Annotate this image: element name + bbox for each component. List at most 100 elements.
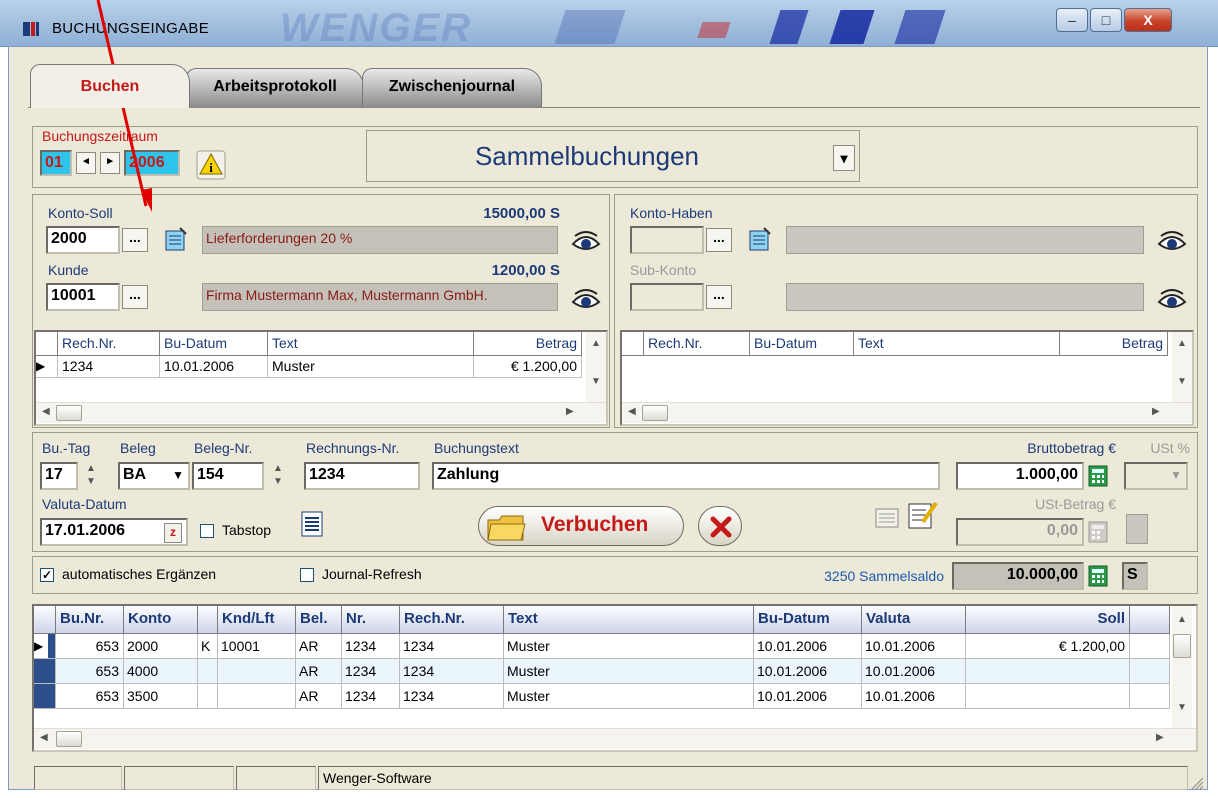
calendar-button[interactable]: z <box>164 523 182 543</box>
rechnr-input[interactable]: 1234 <box>304 462 420 490</box>
soll-grid[interactable]: Rech.Nr. Bu-Datum Text Betrag ▶ 1234 10.… <box>34 330 608 426</box>
table-cell[interactable]: 10.01.2006 <box>862 634 966 659</box>
horizontal-scrollbar[interactable]: ◀ ▶ <box>34 728 1196 749</box>
cancel-button[interactable] <box>698 506 742 546</box>
table-cell[interactable]: AR <box>296 659 342 684</box>
ustbetrag-input[interactable]: 0,00 <box>956 518 1084 546</box>
belegnr-spinner[interactable]: ▲ ▼ <box>266 462 290 490</box>
table-cell[interactable]: AR <box>296 684 342 709</box>
table-cell[interactable]: 653 <box>56 634 124 659</box>
brutto-input[interactable]: 1.000,00 <box>956 462 1084 490</box>
column-header[interactable]: Text <box>854 332 1060 356</box>
table-cell[interactable]: 2000 <box>124 634 198 659</box>
column-header[interactable]: Betrag <box>474 332 582 356</box>
table-cell[interactable] <box>218 659 296 684</box>
eye-icon[interactable] <box>570 284 602 316</box>
subkonto-lookup-button[interactable]: ... <box>706 285 732 309</box>
document-icon[interactable] <box>300 510 324 538</box>
column-header[interactable]: Bu-Datum <box>754 606 862 634</box>
column-header[interactable] <box>198 606 218 634</box>
column-header[interactable]: Soll <box>966 606 1130 634</box>
table-cell[interactable]: Muster <box>504 659 754 684</box>
period-month[interactable]: 01 <box>40 150 72 176</box>
table-cell[interactable]: 10.01.2006 <box>862 684 966 709</box>
period-prev-button[interactable]: ◂ <box>76 152 96 174</box>
column-header[interactable]: Bu.Nr. <box>56 606 124 634</box>
table-cell[interactable]: Muster <box>504 684 754 709</box>
table-cell[interactable]: 1234 <box>400 684 504 709</box>
kunde-input[interactable]: 10001 <box>46 283 120 311</box>
journal-refresh-checkbox[interactable] <box>300 568 314 582</box>
valuta-input[interactable]: 17.01.2006 z <box>40 518 188 546</box>
column-header[interactable]: Knd/Lft <box>218 606 296 634</box>
table-cell[interactable]: 1234 <box>400 659 504 684</box>
mode-select[interactable]: Sammelbuchungen ▾ <box>366 130 860 182</box>
table-cell[interactable]: 4000 <box>124 659 198 684</box>
edit-note-icon[interactable] <box>906 500 940 530</box>
memo-icon[interactable] <box>874 506 900 530</box>
konto-soll-lookup-button[interactable]: ... <box>122 228 148 252</box>
tabstop-checkbox[interactable] <box>200 524 214 538</box>
table-cell[interactable]: 10.01.2006 <box>160 356 268 378</box>
table-cell[interactable] <box>966 659 1130 684</box>
table-cell[interactable] <box>966 684 1130 709</box>
column-header[interactable]: Text <box>268 332 474 356</box>
table-cell[interactable]: 1234 <box>342 634 400 659</box>
vertical-scrollbar[interactable]: ▲ ▼ <box>1172 606 1192 728</box>
table-cell[interactable] <box>198 684 218 709</box>
verbuchen-button[interactable]: Verbuchen <box>478 506 684 546</box>
column-header[interactable]: Rech.Nr. <box>58 332 160 356</box>
calculator-icon[interactable] <box>1086 464 1110 488</box>
butag-spinner[interactable]: ▲ ▼ <box>79 462 103 490</box>
eye-icon[interactable] <box>1156 226 1188 258</box>
butag-input[interactable]: 17 <box>40 462 78 490</box>
notepad-icon[interactable] <box>162 226 188 252</box>
column-header[interactable]: Bu-Datum <box>750 332 854 356</box>
table-cell[interactable]: 1234 <box>342 684 400 709</box>
table-cell[interactable]: Muster <box>268 356 474 378</box>
notepad-icon[interactable] <box>746 226 772 252</box>
eye-icon[interactable] <box>1156 284 1188 316</box>
auto-complete-checkbox[interactable]: ✓ <box>40 568 54 582</box>
table-cell[interactable]: 10.01.2006 <box>754 684 862 709</box>
chevron-down-icon[interactable]: ▾ <box>833 145 855 171</box>
table-cell[interactable] <box>198 659 218 684</box>
column-header[interactable]: Rech.Nr. <box>644 332 750 356</box>
column-header[interactable]: Nr. <box>342 606 400 634</box>
horizontal-scrollbar[interactable]: ◀ ▶ <box>36 402 606 423</box>
maximize-button[interactable]: □ <box>1090 8 1122 32</box>
column-header[interactable]: Konto <box>124 606 198 634</box>
row-selector[interactable] <box>34 684 56 709</box>
table-cell[interactable]: 653 <box>56 684 124 709</box>
table-cell[interactable]: Muster <box>504 634 754 659</box>
ust-select[interactable]: ▼ <box>1124 462 1188 490</box>
journal-grid[interactable]: Bu.Nr. Konto Knd/Lft Bel. Nr. Rech.Nr. T… <box>32 604 1198 752</box>
beleg-select[interactable]: BA ▼ <box>118 462 190 490</box>
vertical-scrollbar[interactable]: ▲ ▼ <box>586 332 606 402</box>
table-cell[interactable]: 1234 <box>58 356 160 378</box>
resize-grip-icon[interactable] <box>1188 774 1204 790</box>
tab-buchen[interactable]: Buchen <box>30 64 190 108</box>
table-cell[interactable]: € 1.200,00 <box>474 356 582 378</box>
table-cell[interactable]: 1234 <box>342 659 400 684</box>
belegnr-input[interactable]: 154 <box>192 462 264 490</box>
eye-icon[interactable] <box>570 226 602 258</box>
table-cell[interactable]: 10.01.2006 <box>862 659 966 684</box>
konto-soll-input[interactable]: 2000 <box>46 226 120 254</box>
table-cell[interactable]: 3500 <box>124 684 198 709</box>
subkonto-input[interactable] <box>630 283 704 311</box>
column-header[interactable]: Bel. <box>296 606 342 634</box>
minimize-button[interactable]: – <box>1056 8 1088 32</box>
haben-grid[interactable]: Rech.Nr. Bu-Datum Text Betrag ▲ ▼ ◀ ▶ <box>620 330 1194 426</box>
close-button[interactable]: X <box>1124 8 1172 32</box>
table-cell[interactable]: 1234 <box>400 634 504 659</box>
table-cell[interactable] <box>218 684 296 709</box>
column-header[interactable]: Rech.Nr. <box>400 606 504 634</box>
column-header[interactable]: Text <box>504 606 754 634</box>
calculator-icon[interactable] <box>1086 520 1110 544</box>
column-header[interactable]: Valuta <box>862 606 966 634</box>
table-cell[interactable]: 10001 <box>218 634 296 659</box>
horizontal-scrollbar[interactable]: ◀ ▶ <box>622 402 1192 423</box>
chevron-down-icon[interactable]: ▼ <box>1170 464 1182 486</box>
konto-haben-input[interactable] <box>630 226 704 254</box>
